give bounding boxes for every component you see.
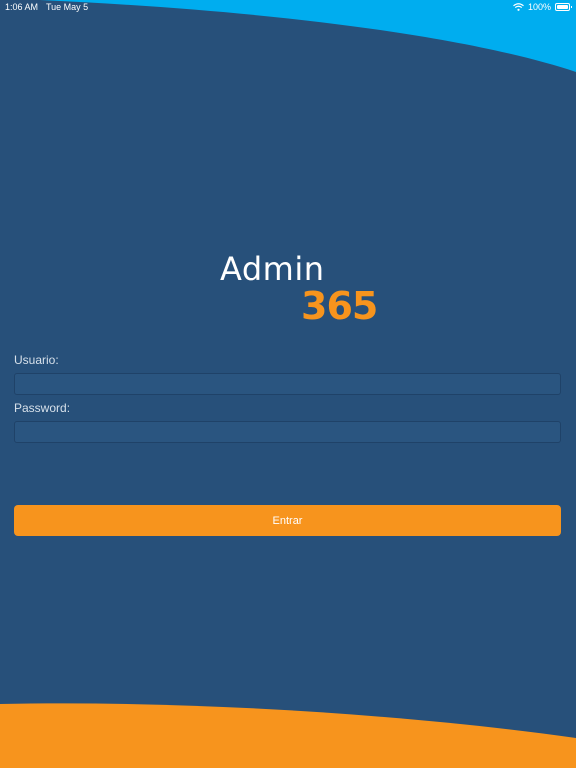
logo-word: Admin <box>220 250 325 288</box>
bottom-wave <box>0 703 576 768</box>
battery-percent: 100% <box>527 2 551 12</box>
username-input[interactable] <box>14 373 561 395</box>
status-date: Tue May 5 <box>46 2 89 12</box>
status-bar: 1:06 AM Tue May 5 100% <box>0 0 576 14</box>
password-input[interactable] <box>14 421 561 443</box>
battery-icon <box>555 3 572 11</box>
login-screen: 1:06 AM Tue May 5 100% Admin 365 Usuario… <box>0 0 576 768</box>
app-logo: Admin 365 <box>219 250 379 330</box>
username-label: Usuario: <box>14 353 59 367</box>
battery-fill <box>557 5 568 9</box>
battery-nub <box>571 6 572 8</box>
logo-number: 365 <box>301 284 378 328</box>
password-label: Password: <box>14 401 71 415</box>
wifi-icon <box>513 3 524 11</box>
status-time: 1:06 AM <box>5 2 39 12</box>
login-button[interactable]: Entrar <box>14 505 561 536</box>
status-indicators: 100% <box>513 2 572 12</box>
